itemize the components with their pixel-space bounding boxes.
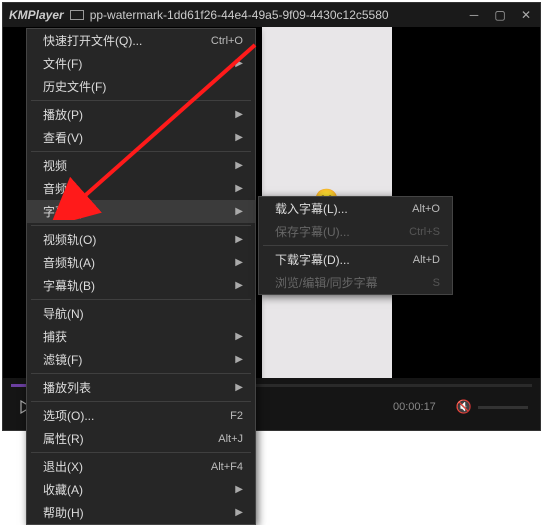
time-display: 00:00:17 [393, 401, 436, 413]
context-menu: 快速打开文件(Q)...Ctrl+O 文件(F)▶ 历史文件(F) 播放(P)▶… [26, 28, 256, 525]
menu-separator [31, 225, 251, 226]
menu-separator [31, 452, 251, 453]
menu-separator [31, 151, 251, 152]
submenu-load-subtitle[interactable]: 载入字幕(L)...Alt+O [259, 197, 452, 220]
maximize-button[interactable]: ▢ [492, 7, 508, 23]
menu-separator [31, 401, 251, 402]
menu-audio-track[interactable]: 音频轨(A)▶ [27, 251, 255, 274]
close-button[interactable]: ✕ [518, 7, 534, 23]
menu-files[interactable]: 文件(F)▶ [27, 52, 255, 75]
menu-props[interactable]: 属性(R)Alt+J [27, 427, 255, 450]
menu-playlist[interactable]: 播放列表▶ [27, 376, 255, 399]
app-name: KMPlayer [9, 8, 64, 22]
titlebar: KMPlayer pp-watermark-1dd61f26-44e4-49a5… [3, 3, 540, 27]
menu-subtitle[interactable]: 字幕(U)▶ [27, 200, 255, 223]
title-icon [70, 10, 84, 20]
menu-separator [31, 299, 251, 300]
submenu-save-subtitle: 保存字幕(U)...Ctrl+S [259, 220, 452, 243]
window-title: pp-watermark-1dd61f26-44e4-49a5-9f09-443… [90, 8, 466, 22]
menu-separator [31, 100, 251, 101]
menu-nav[interactable]: 导航(N) [27, 302, 255, 325]
submenu-download-subtitle[interactable]: 下载字幕(D)...Alt+D [259, 248, 452, 271]
menu-history[interactable]: 历史文件(F) [27, 75, 255, 98]
mute-icon[interactable]: 🔇 [456, 399, 472, 415]
subtitle-submenu: 载入字幕(L)...Alt+O 保存字幕(U)...Ctrl+S 下载字幕(D)… [258, 196, 453, 295]
menu-separator [263, 245, 448, 246]
menu-separator [31, 373, 251, 374]
menu-open-quick[interactable]: 快速打开文件(Q)...Ctrl+O [27, 29, 255, 52]
menu-exit[interactable]: 退出(X)Alt+F4 [27, 455, 255, 478]
menu-fav[interactable]: 收藏(A)▶ [27, 478, 255, 501]
submenu-browse-subtitle: 浏览/编辑/同步字幕S [259, 271, 452, 294]
menu-video-track[interactable]: 视频轨(O)▶ [27, 228, 255, 251]
menu-view[interactable]: 查看(V)▶ [27, 126, 255, 149]
menu-play[interactable]: 播放(P)▶ [27, 103, 255, 126]
volume-bar[interactable] [478, 406, 528, 409]
volume-control[interactable]: 🔇 [456, 399, 528, 415]
menu-options[interactable]: 选项(O)...F2 [27, 404, 255, 427]
menu-capture[interactable]: 捕获▶ [27, 325, 255, 348]
menu-audio[interactable]: 音频▶ [27, 177, 255, 200]
menu-subtitle-track[interactable]: 字幕轨(B)▶ [27, 274, 255, 297]
menu-video[interactable]: 视频▶ [27, 154, 255, 177]
minimize-button[interactable]: ─ [466, 7, 482, 23]
menu-filter[interactable]: 滤镜(F)▶ [27, 348, 255, 371]
